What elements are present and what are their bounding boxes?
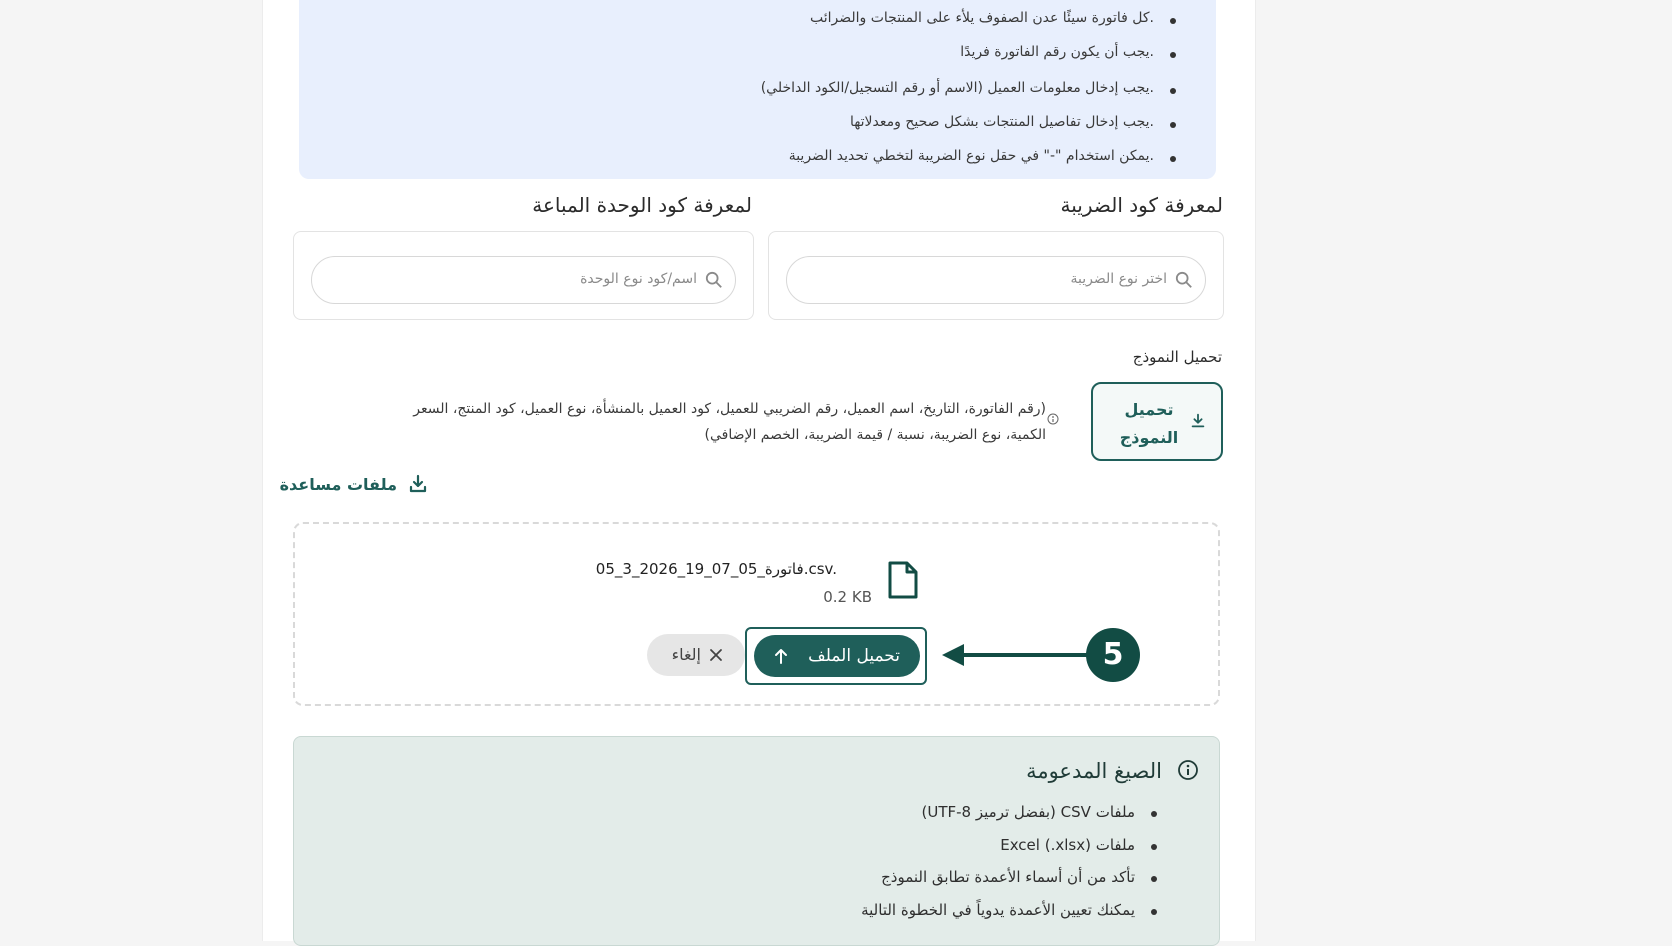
info-icon xyxy=(1178,760,1198,780)
tax-search-placeholder: اختر نوع الضريبة xyxy=(1070,271,1167,287)
download-icon xyxy=(1191,413,1205,428)
template-section-label: تحميل النموذج xyxy=(1132,348,1222,366)
upload-file-button[interactable]: تحميل الملف xyxy=(754,635,920,677)
instruction-item: يمكن استخدام "-" في حقل نوع الضريبة لتخط… xyxy=(788,148,1177,164)
close-icon xyxy=(710,649,722,661)
unit-search-input[interactable]: اسم/كود نوع الوحدة xyxy=(311,256,736,304)
instruction-item: يجب إدخال معلومات العميل (الاسم أو رقم ا… xyxy=(760,80,1177,96)
info-icon xyxy=(1047,413,1059,425)
supported-formats-box: الصيغ المدعومة ملفات CSV (بفضل ترميز UTF… xyxy=(293,736,1220,946)
help-files-link[interactable]: ملفات مساعدة xyxy=(280,473,429,497)
columns-line: الكمية، نوع الضريبة، نسبة / قيمة الضريبة… xyxy=(704,427,1047,443)
file-name: فاتورة_05_07_19_2026_3_05.csv. xyxy=(595,560,837,578)
format-item: ملفات Excel (.xlsx) xyxy=(1000,836,1157,854)
instruction-item: كل فاتورة سيئًا عدن الصفوف يلأء على المن… xyxy=(809,10,1177,26)
template-columns-description: (رقم الفاتورة، التاريخ، اسم العميل، رقم … xyxy=(316,396,1046,448)
file-icon xyxy=(888,561,918,599)
download-template-button[interactable]: تحميل النموذج xyxy=(1091,382,1223,461)
formats-title: الصيغ المدعومة xyxy=(1026,759,1162,783)
cancel-label: إلغاء xyxy=(671,645,701,664)
download-template-label: تحميل النموذج xyxy=(1119,400,1179,447)
unit-search-card: اسم/كود نوع الوحدة xyxy=(293,231,754,320)
cancel-button[interactable]: إلغاء xyxy=(647,634,745,676)
file-size: 0.2 KB xyxy=(823,588,872,606)
format-item: ملفات CSV (بفضل ترميز UTF-8) xyxy=(921,803,1157,821)
arrow-up-icon xyxy=(775,649,787,664)
format-item: تأكد من أن أسماء الأعمدة تطابق النموذج xyxy=(881,868,1157,886)
help-files-label: ملفات مساعدة xyxy=(279,475,397,494)
instruction-item: يجب إدخال تفاصيل المنتجات بشكل صحيح ومعد… xyxy=(849,114,1177,130)
search-icon xyxy=(705,271,722,288)
columns-line: (رقم الفاتورة، التاريخ، اسم العميل، رقم … xyxy=(413,401,1046,417)
step-number-badge: 5 xyxy=(1086,628,1140,682)
unit-code-title: لمعرفة كود الوحدة المباعة xyxy=(532,193,752,217)
upload-button-highlight: تحميل الملف xyxy=(745,627,927,685)
tax-search-card: اختر نوع الضريبة xyxy=(768,231,1224,320)
tax-code-title: لمعرفة كود الضريبة xyxy=(1060,193,1223,217)
instruction-item: يجب أن يكون رقم الفاتورة فريدًا. xyxy=(960,44,1176,60)
search-icon xyxy=(1175,271,1192,288)
unit-search-placeholder: اسم/كود نوع الوحدة xyxy=(580,271,697,287)
format-item: يمكنك تعيين الأعمدة يدوياً في الخطوة الت… xyxy=(861,901,1157,919)
upload-file-label: تحميل الملف xyxy=(808,646,900,666)
tax-search-input[interactable]: اختر نوع الضريبة xyxy=(786,256,1206,304)
instructions-box: كل فاتورة سيئًا عدن الصفوف يلأء على المن… xyxy=(299,0,1216,179)
download-icon xyxy=(409,474,427,493)
